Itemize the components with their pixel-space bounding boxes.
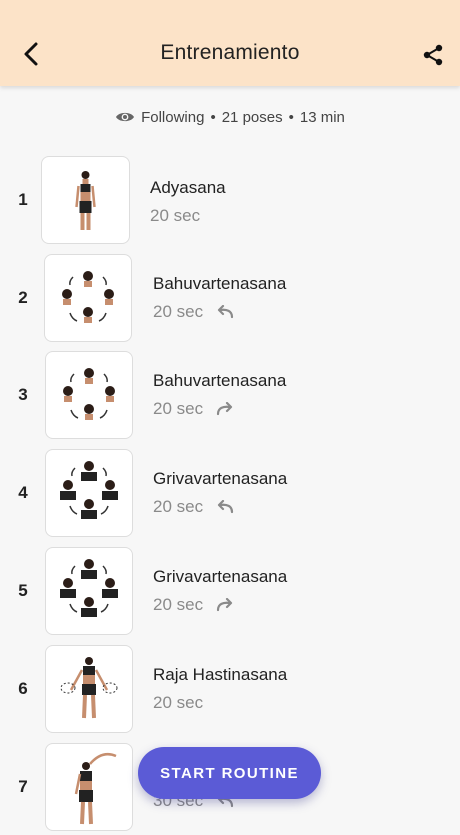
pose-name: Grivavartenasana <box>153 469 288 488</box>
pose-name: Adyasana <box>150 178 226 197</box>
pose-meta: 20 sec <box>153 302 235 322</box>
pose-thumbnail <box>41 156 130 244</box>
total-duration: 13 min <box>299 108 345 126</box>
head-rotation-figure-icon <box>62 271 114 323</box>
pose-duration: 20 sec <box>153 399 204 418</box>
neck-rotation-figure-icon <box>60 461 118 519</box>
pose-row[interactable]: 5 Grivavartenasana 20 sec <box>0 547 460 639</box>
pose-meta: 20 sec <box>150 206 200 226</box>
pose-row[interactable]: 4 Grivavartenasana 20 sec <box>0 449 460 541</box>
follow-mode: Following <box>141 108 205 126</box>
pose-row[interactable]: 3 Bahuvartenasana 20 sec <box>0 351 460 443</box>
pose-duration: 20 sec <box>153 497 204 516</box>
pose-meta: 20 sec <box>153 399 235 419</box>
pose-meta: 20 sec <box>153 693 203 713</box>
rotate-counterclockwise-icon <box>217 500 234 514</box>
pose-thumbnail <box>45 449 133 537</box>
pose-number: 2 <box>18 288 28 307</box>
page-title: Entrenamiento <box>160 41 300 64</box>
pose-number: 3 <box>18 385 28 404</box>
neck-rotation-figure-icon <box>60 559 118 617</box>
head-rotation-figure-icon <box>63 368 115 420</box>
pose-name: Bahuvartenasana <box>153 371 287 390</box>
app-bar: Entrenamiento <box>0 0 460 86</box>
pose-thumbnail <box>45 645 133 733</box>
pose-row[interactable]: 2 Bahuvartenasana 20 sec <box>0 254 460 346</box>
share-icon <box>423 44 443 66</box>
separator: • <box>288 108 294 126</box>
pose-duration: 20 sec <box>153 302 204 321</box>
share-button[interactable] <box>420 42 446 68</box>
pose-number: 6 <box>18 679 28 698</box>
pose-number: 1 <box>18 190 28 209</box>
pose-meta: 20 sec <box>153 497 235 517</box>
pose-number: 7 <box>18 777 28 796</box>
pose-number: 4 <box>18 483 28 502</box>
routine-summary: Following • 21 poses • 13 min <box>0 106 460 128</box>
pose-duration: 20 sec <box>150 206 201 225</box>
pose-row[interactable]: 6 Raja Hastinasana 20 sec <box>0 645 460 737</box>
pose-row[interactable]: 1 Adyasana 20 sec <box>0 156 460 248</box>
pose-count: 21 poses <box>221 108 283 126</box>
rotate-counterclockwise-icon <box>217 305 234 319</box>
pose-number: 5 <box>18 581 28 600</box>
pose-thumbnail <box>45 547 133 635</box>
standing-figure-icon <box>75 171 96 230</box>
rotate-clockwise-icon <box>216 402 233 416</box>
rotate-clockwise-icon <box>216 598 233 612</box>
pose-name: Bahuvartenasana <box>153 274 287 293</box>
side-bend-figure-icon <box>74 753 117 825</box>
pose-meta: 20 sec <box>153 595 235 615</box>
pose-name: Raja Hastinasana <box>153 665 288 684</box>
pose-duration: 20 sec <box>153 693 204 712</box>
pose-thumbnail <box>45 351 133 439</box>
pose-duration: 20 sec <box>153 595 204 614</box>
eye-icon <box>116 112 135 122</box>
separator: • <box>210 108 216 126</box>
arm-circle-figure-icon <box>60 657 118 719</box>
pose-name: Grivavartenasana <box>153 567 288 586</box>
pose-thumbnail <box>44 254 132 342</box>
start-routine-button[interactable]: START ROUTINE <box>138 747 321 799</box>
